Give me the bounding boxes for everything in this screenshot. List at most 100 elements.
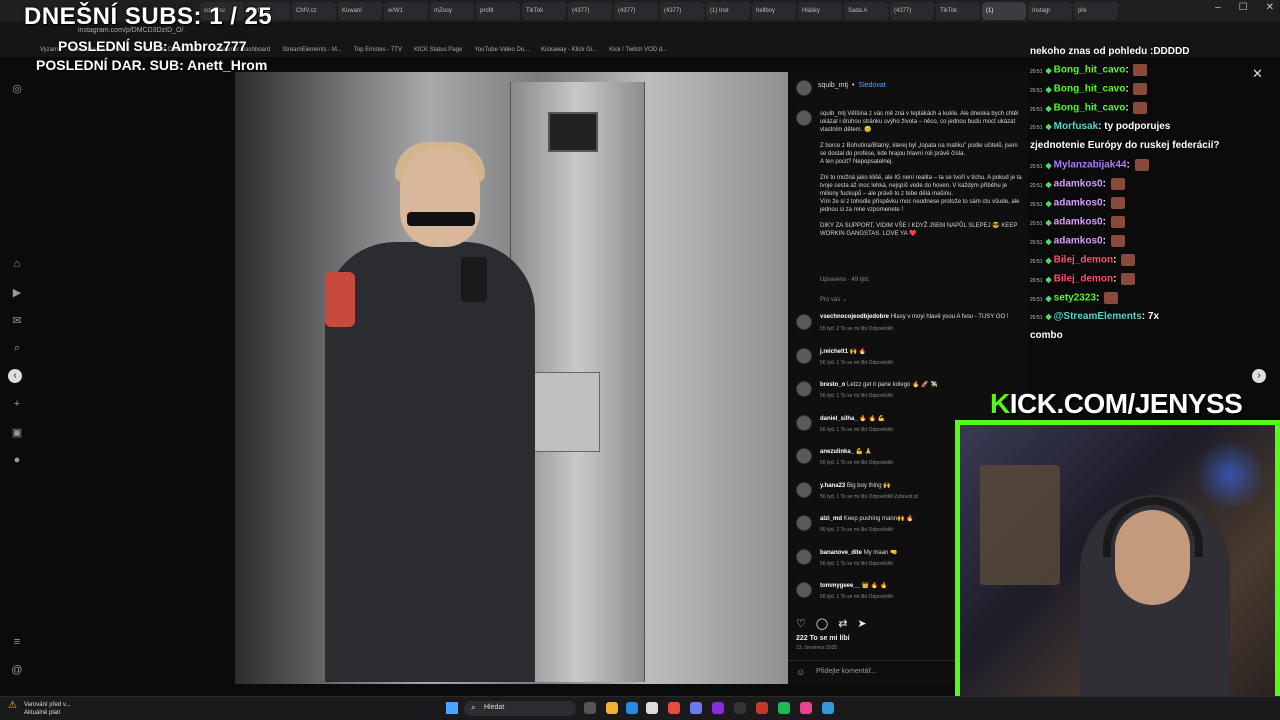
discord-icon[interactable]: [690, 702, 702, 714]
comment-meta[interactable]: 56 týd. 2 To se mi líbí Odpovědět: [820, 527, 893, 533]
commenter-avatar[interactable]: [796, 314, 812, 330]
bookmark[interactable]: Kickaway - Klick Gi...: [541, 47, 597, 53]
commenter-avatar[interactable]: [796, 381, 812, 397]
emoji-icon[interactable]: ☺: [796, 667, 805, 677]
browser-tab[interactable]: w/W1: [384, 2, 428, 20]
store-icon[interactable]: [646, 702, 658, 714]
chat-badge-icon: ◆: [1045, 198, 1052, 208]
home-icon[interactable]: ⌂: [10, 258, 24, 272]
chat-separator: :: [1102, 197, 1106, 209]
author-username[interactable]: squib_mtj: [818, 82, 848, 89]
create-icon[interactable]: +: [10, 398, 24, 412]
instagram-logo-icon[interactable]: ◎: [10, 82, 24, 96]
browser-tab[interactable]: Instagr: [1028, 2, 1072, 20]
commenter-avatar[interactable]: [796, 515, 812, 531]
threads-icon[interactable]: @: [10, 664, 24, 678]
reels-icon[interactable]: ▶: [10, 286, 24, 300]
comment-meta[interactable]: 56 týd. 1 To se mi líbí Odpovědět: [820, 561, 893, 567]
browser-tab[interactable]: Kuwani: [338, 2, 382, 20]
spotify-icon[interactable]: [778, 702, 790, 714]
author-avatar[interactable]: [796, 80, 812, 96]
browser-tab-active[interactable]: (1): [982, 2, 1026, 20]
commenter-username[interactable]: tommygeee__: [820, 583, 860, 589]
commenter-username[interactable]: daniel_silha_: [820, 416, 858, 422]
commenter-username[interactable]: bresto_o: [820, 382, 845, 388]
comment-meta[interactable]: 56 týd. 1 To se mi líbí Odpovědět: [820, 427, 893, 433]
neon-light: [1195, 440, 1265, 510]
follow-button[interactable]: Sledovat: [858, 82, 885, 89]
obs-icon[interactable]: [712, 702, 724, 714]
commenter-avatar[interactable]: [796, 548, 812, 565]
commenter-username[interactable]: vsechnocojeodbjedobre: [820, 314, 889, 320]
edge-icon[interactable]: [626, 702, 638, 714]
comment-icon[interactable]: ◯: [816, 617, 828, 630]
close-window-button[interactable]: ✕: [1266, 2, 1274, 13]
comment-meta[interactable]: 55 týd. 2 To se mi líbí Odpovědět: [820, 326, 893, 332]
commenter-avatar[interactable]: [796, 414, 812, 431]
add-comment-placeholder[interactable]: Přidejte komentář...: [816, 668, 877, 675]
browser-tab[interactable]: (4377): [568, 2, 612, 20]
browser-tab[interactable]: ChfV.cz: [292, 2, 336, 20]
commenter-username[interactable]: bananove_dite: [820, 550, 862, 556]
browser-tab[interactable]: (1) Inst: [706, 2, 750, 20]
chat-timestamp: 20:51: [1030, 258, 1043, 265]
send-icon[interactable]: ➤: [857, 617, 866, 630]
browser-icon[interactable]: [756, 702, 768, 714]
previous-post-button[interactable]: ‹: [8, 369, 22, 383]
bookmark[interactable]: Vyzam: [40, 47, 58, 53]
comment-meta[interactable]: 56 týd. 1 To se mi líbí Odpovědět: [820, 594, 893, 600]
browser-tab[interactable]: Hlášky: [798, 2, 842, 20]
bookmark[interactable]: KICK Status Page: [414, 47, 462, 53]
bookmark[interactable]: Kick / Twitch VOD d...: [609, 47, 667, 53]
bookmark[interactable]: StreamElements - M...: [282, 47, 342, 53]
menu-icon[interactable]: ≡: [10, 636, 24, 650]
commenter-avatar[interactable]: [796, 347, 812, 364]
browser-tab[interactable]: (4377): [890, 2, 934, 20]
commenter-avatar[interactable]: [796, 582, 812, 598]
comment-meta[interactable]: 56 týd. 1 To se mi líbí Odpovědět Zobraz…: [820, 494, 918, 500]
app3-icon[interactable]: [822, 702, 834, 714]
share-icon[interactable]: ⇄: [838, 617, 847, 630]
search-icon[interactable]: ⌕: [10, 342, 24, 356]
browser-tab[interactable]: hellboy: [752, 2, 796, 20]
commenter-username[interactable]: y.hana23: [820, 483, 845, 489]
comment-meta[interactable]: 56 týd. 1 To se mi líbí Odpovědět: [820, 460, 893, 466]
commenter-username[interactable]: alzi_md: [820, 516, 842, 522]
commenter-avatar[interactable]: [796, 481, 812, 498]
browser-tab[interactable]: mZosy: [430, 2, 474, 20]
comment-item: j.reichelt1 🙌 🔥 56 týd. 1 To se mi líbí O…: [796, 346, 1026, 376]
comment-meta[interactable]: 56 týd. 1 To se mi líbí Odpovědět: [820, 393, 893, 399]
like-icon[interactable]: ♡: [796, 617, 806, 630]
app2-icon[interactable]: [800, 702, 812, 714]
bookmark[interactable]: YouTube Video Do...: [474, 47, 529, 53]
browser-tab[interactable]: pře: [1074, 2, 1118, 20]
caption-avatar[interactable]: [796, 110, 812, 126]
browser-tab[interactable]: Sada A: [844, 2, 888, 20]
comment-meta[interactable]: 56 týd. 1 To se mi líbí Odpovědět: [820, 360, 893, 366]
messages-icon[interactable]: ✉: [10, 314, 24, 328]
chat-badge-icon: ◆: [1045, 274, 1052, 284]
minimize-button[interactable]: –: [1215, 2, 1221, 13]
chat-timestamp: 20:51: [1030, 87, 1043, 94]
browser-tab[interactable]: TikTok: [936, 2, 980, 20]
chrome-icon[interactable]: [668, 702, 680, 714]
browser-tab[interactable]: (4377): [614, 2, 658, 20]
commenter-avatar[interactable]: [796, 448, 812, 464]
commenter-username[interactable]: j.reichelt1: [820, 349, 848, 355]
bookmark[interactable]: Top Emotes - 7TV: [354, 47, 402, 53]
next-post-button[interactable]: ›: [1252, 369, 1266, 383]
browser-tab[interactable]: (4377): [660, 2, 704, 20]
file-explorer-icon[interactable]: [606, 702, 618, 714]
likes-count[interactable]: 222 To se mi líbí: [796, 635, 850, 642]
task-view-icon[interactable]: [584, 702, 596, 714]
profile-icon[interactable]: ●: [10, 454, 24, 468]
maximize-button[interactable]: ☐: [1239, 2, 1248, 13]
app-icon[interactable]: [734, 702, 746, 714]
taskbar-search[interactable]: ⌕ Hledat: [464, 701, 576, 716]
browser-tab[interactable]: TikTok: [522, 2, 566, 20]
windows-start-icon[interactable]: [446, 702, 458, 714]
sort-comments-toggle[interactable]: Pro vás ⌄: [820, 296, 847, 303]
commenter-username[interactable]: anezulinka_: [820, 449, 854, 455]
dashboard-icon[interactable]: ▣: [10, 426, 24, 440]
browser-tab[interactable]: proflt: [476, 2, 520, 20]
